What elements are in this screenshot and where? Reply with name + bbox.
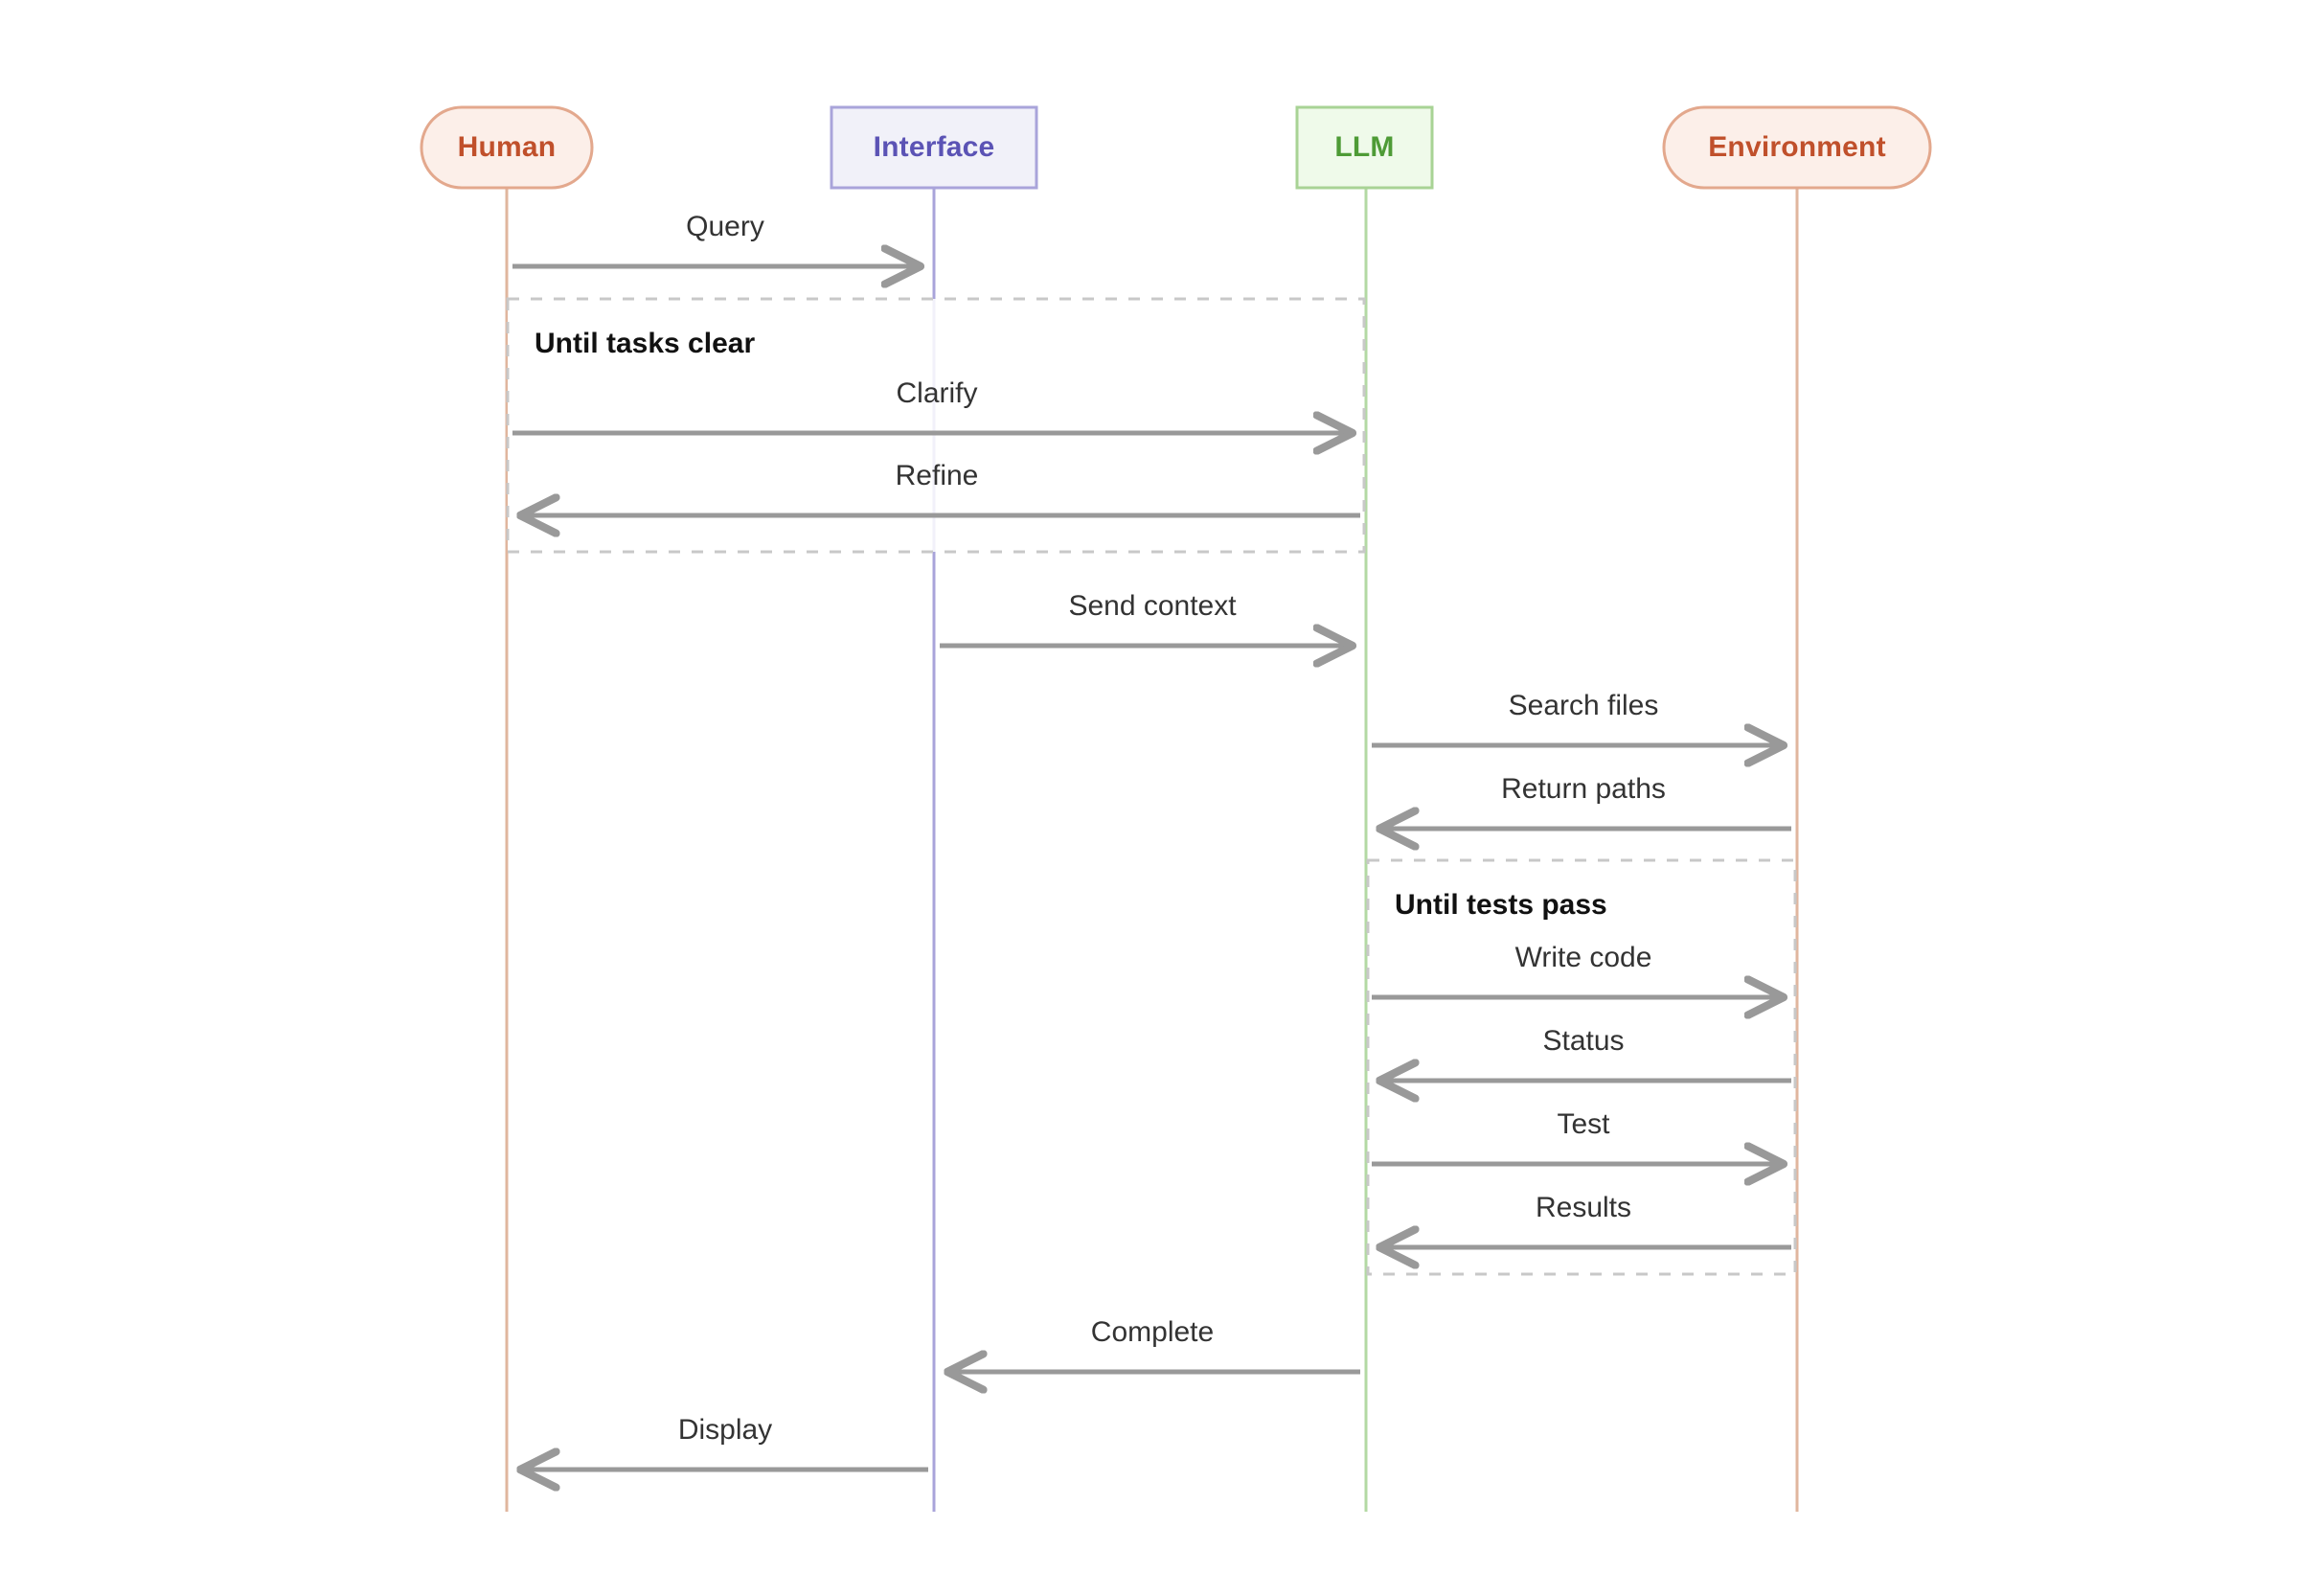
message-label: Return paths [1501,773,1666,805]
message-label: Send context [1068,590,1237,622]
loop-title-label: Until tests pass [1395,889,1607,921]
message-m6: Return paths [1379,773,1791,829]
participant-environment[interactable]: Environment [1662,105,1932,190]
message-m12: Display [520,1414,928,1470]
participant-label: Human [458,131,557,163]
participant-label: Interface [874,131,995,163]
participants-layer: Human Interface LLM Environment [420,105,1932,190]
message-label: Search files [1509,690,1659,721]
message-label: Query [686,211,764,242]
participant-llm[interactable]: LLM [1295,105,1434,190]
message-label: Complete [1091,1316,1214,1348]
message-label: Display [678,1414,772,1446]
message-m11: Complete [947,1316,1360,1372]
message-label: Write code [1515,942,1652,973]
participant-label: Environment [1708,131,1886,163]
participant-interface[interactable]: Interface [830,105,1038,190]
message-m4: Send context [940,590,1353,646]
message-label: Clarify [896,377,977,409]
loop-title-label: Until tasks clear [535,328,755,359]
sequence-diagram-canvas: Until tasks clear Until tests pass Query C… [0,0,2299,1596]
participant-human[interactable]: Human [420,105,594,190]
message-label: Status [1542,1025,1624,1057]
participant-label: LLM [1334,131,1394,163]
sequence-diagram-svg: Until tasks clear Until tests pass Query C… [420,105,1932,1512]
message-label: Test [1557,1108,1610,1140]
message-label: Results [1536,1192,1631,1223]
message-m1: Query [512,211,921,266]
message-label: Refine [896,460,979,491]
message-m5: Search files [1372,690,1784,745]
